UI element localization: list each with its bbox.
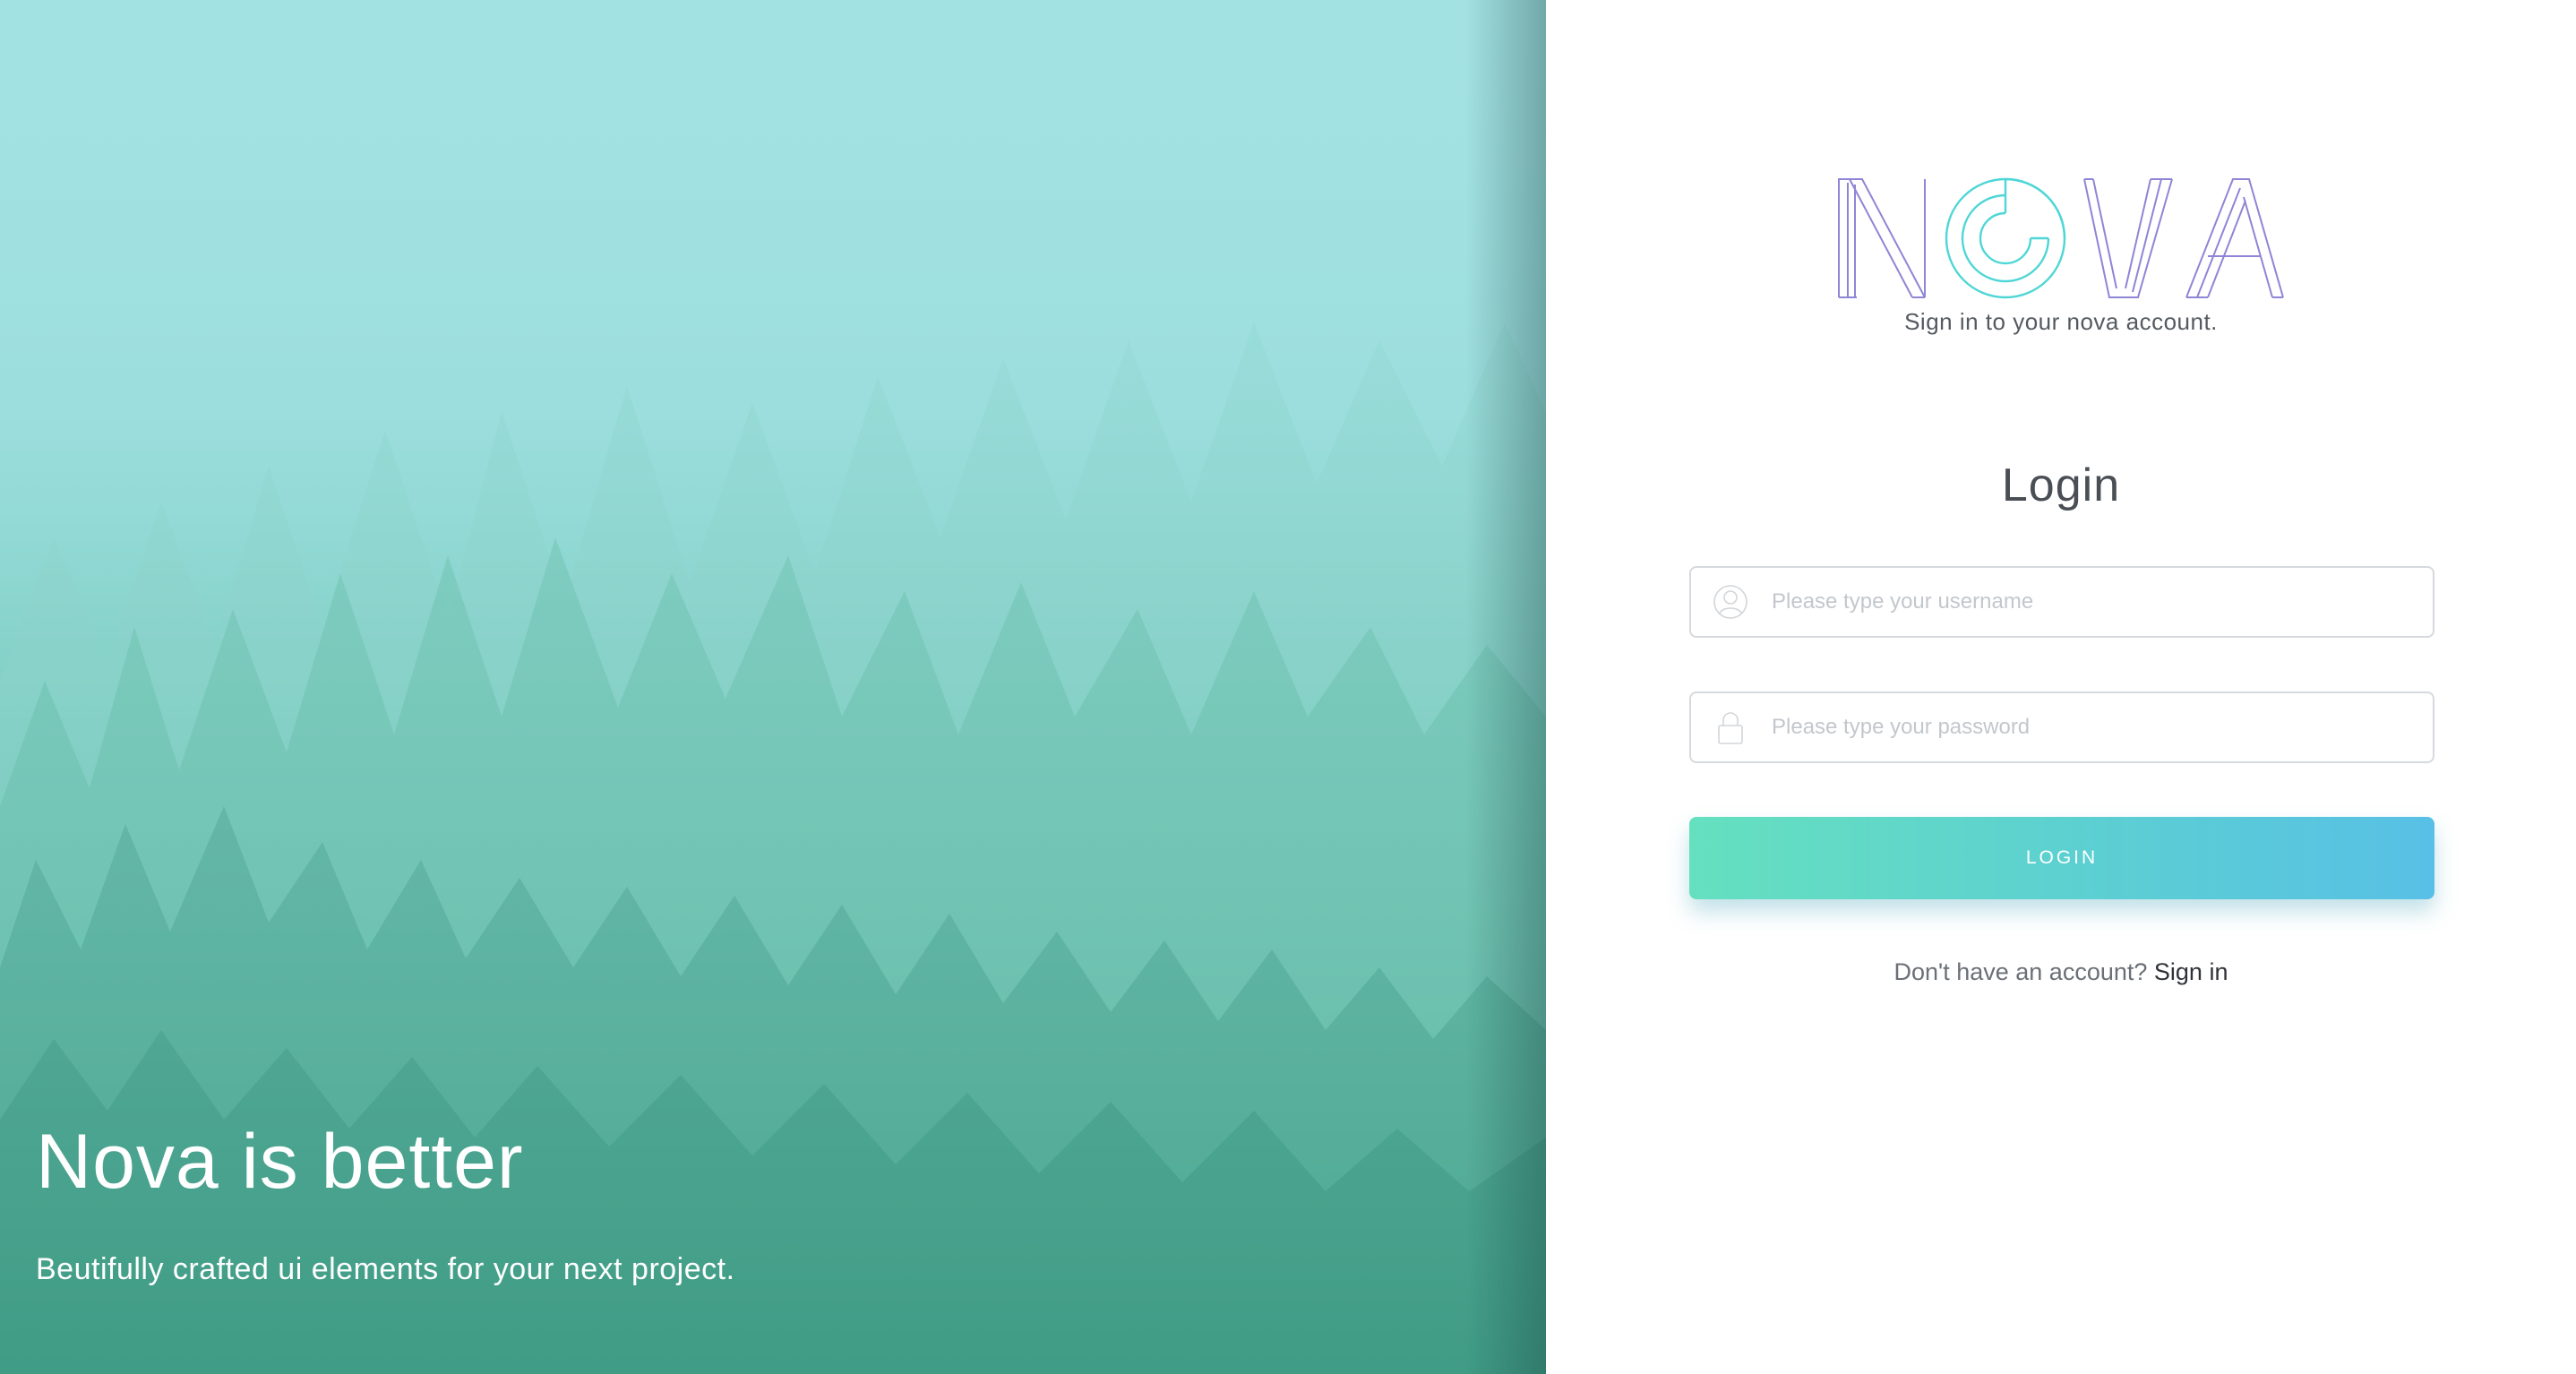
hero-panel: Nova is better Beutifully crafted ui ele… [0,0,1546,1374]
signup-prompt-line: Don't have an account? Sign in [1546,958,2576,986]
hero-title: Nova is better [36,1119,524,1205]
login-button[interactable]: LOGIN [1689,817,2434,899]
lock-icon [1718,712,1743,744]
brand-tagline: Sign in to your nova account. [1904,308,2218,335]
nova-logo [1838,177,2284,299]
sign-in-link[interactable]: Sign in [2154,958,2228,985]
password-input[interactable] [1770,700,2433,754]
signup-prompt-text: Don't have an account? [1893,958,2148,985]
login-heading: Login [2001,459,2121,511]
user-icon [1713,585,1747,619]
login-panel: Sign in to your nova account. Login LOGI… [1546,0,2576,1374]
hero-subtitle: Beutifully crafted ui elements for your … [36,1252,735,1286]
hero-edge-shadow [1465,0,1546,1374]
username-field[interactable] [1689,566,2434,638]
username-input[interactable] [1770,575,2433,629]
password-field[interactable] [1689,691,2434,763]
